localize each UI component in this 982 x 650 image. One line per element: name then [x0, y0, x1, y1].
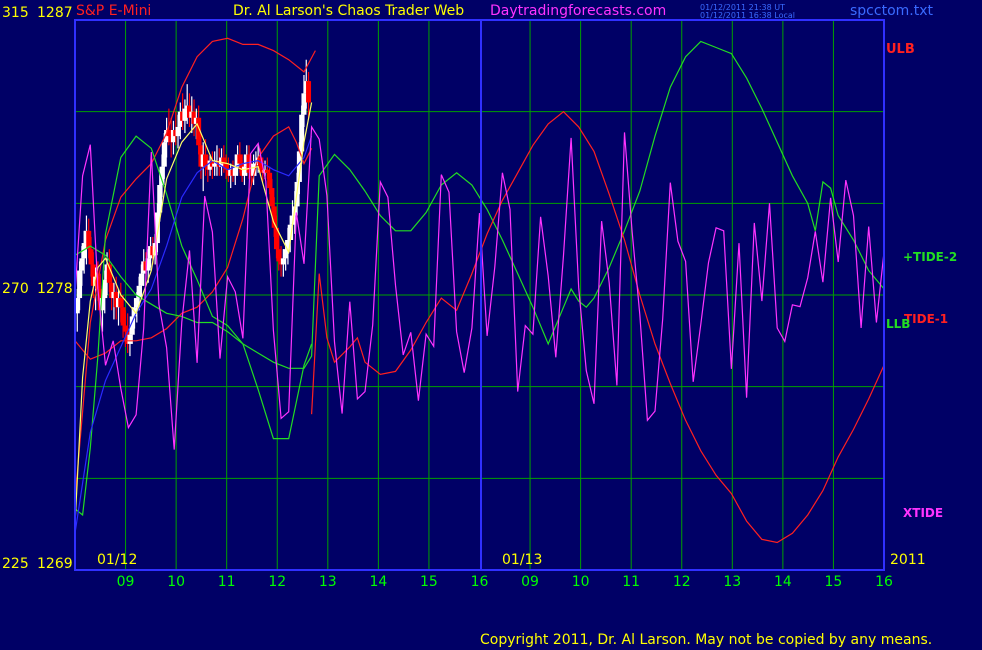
- osc-label-top: 315: [2, 5, 29, 21]
- hour-label: 16: [875, 574, 893, 590]
- hour-label: 15: [420, 574, 438, 590]
- date-label-day1: 01/12: [97, 552, 137, 568]
- instrument-label: S&P E-Mini: [76, 3, 151, 19]
- hour-label: 11: [218, 574, 236, 590]
- copyright: Copyright 2011, Dr. Al Larson. May not b…: [480, 632, 932, 648]
- price-bar-body: [306, 81, 312, 103]
- hour-label: 14: [774, 574, 792, 590]
- series-label-llb: LLB: [886, 317, 910, 331]
- hour-label: 14: [369, 574, 387, 590]
- hour-label: 12: [268, 574, 286, 590]
- chart-background: [0, 0, 982, 650]
- data-filename: spcctom.txt: [850, 3, 933, 19]
- hour-label: 12: [673, 574, 691, 590]
- hour-label: 09: [521, 574, 539, 590]
- year-label: 2011: [890, 552, 926, 568]
- series-label-ulb: ULB: [886, 42, 915, 57]
- hour-label: 09: [117, 574, 135, 590]
- hour-label: 10: [572, 574, 590, 590]
- hour-label: 16: [471, 574, 489, 590]
- price-label-mid: 1278: [37, 281, 73, 297]
- timestamp-local: 01/12/2011 16:38 Local: [700, 11, 795, 20]
- osc-label-bottom: 225: [2, 556, 29, 572]
- hour-label: 11: [622, 574, 640, 590]
- series-label-tide2: +TIDE-2: [903, 250, 957, 264]
- date-label-day2: 01/13: [502, 552, 542, 568]
- chart-title: Dr. Al Larson's Chaos Trader Web: [233, 3, 464, 19]
- price-label-top: 1287: [37, 5, 73, 21]
- osc-label-mid: 270: [2, 281, 29, 297]
- hour-label: 13: [319, 574, 337, 590]
- hour-label: 10: [167, 574, 185, 590]
- price-label-bottom: 1269: [37, 556, 73, 572]
- site-name: Daytradingforecasts.com: [490, 3, 666, 19]
- chaos-chart: 315 1287 270 1278 225 1269 S&P E-Mini Dr…: [0, 0, 982, 650]
- hour-label: 15: [825, 574, 843, 590]
- hour-label: 13: [723, 574, 741, 590]
- series-label-tide1: TIDE-1: [904, 312, 948, 326]
- series-label-xtide: XTIDE: [903, 506, 943, 520]
